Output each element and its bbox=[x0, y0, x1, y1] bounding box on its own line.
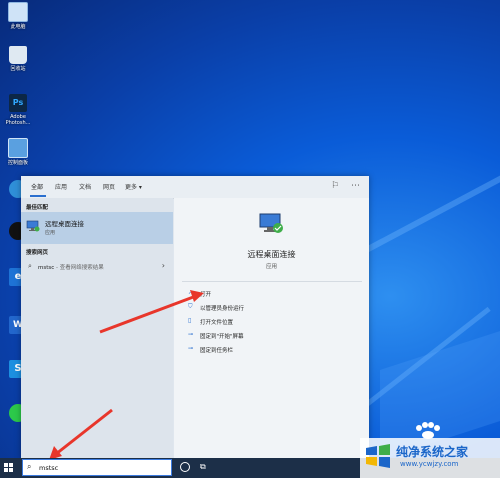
app-detail-pane: 远程桌面连接 应用 ↗ 打开 ⛉ 以管理员身份运行 ▯ 打开文件位置 ⊸ 固定到… bbox=[174, 198, 369, 459]
start-menu-search-panel: 全部 应用 文档 网页 更多 ▾ ⚐ ⋯ 最佳匹配 远程桌面连接 应用 搜索网页… bbox=[21, 176, 369, 459]
task-view-icon[interactable]: ⧉ bbox=[200, 462, 206, 472]
desktop-icon-computer[interactable]: 此电脑 bbox=[2, 2, 34, 30]
best-match-name: 远程桌面连接 bbox=[45, 220, 84, 228]
search-icon: ⌕ bbox=[27, 462, 32, 471]
taskbar-search-input[interactable]: ⌕ mstsc bbox=[22, 459, 172, 476]
app-detail-type: 应用 bbox=[265, 264, 277, 270]
file-location-icon: ▯ bbox=[188, 317, 192, 324]
search-results-list: 最佳匹配 远程桌面连接 应用 搜索网页 ⌕ mstsc - 查看网络搜索结果 › bbox=[21, 198, 173, 459]
run-as-admin-icon: ⛉ bbox=[188, 303, 193, 310]
desktop-icon-label: 回收站 bbox=[10, 66, 26, 72]
pin-taskbar-icon: ⊸ bbox=[188, 345, 194, 352]
windows-logo-icon bbox=[4, 463, 8, 467]
tab-active-indicator bbox=[30, 195, 46, 197]
action-pin-to-start[interactable]: ⊸ 固定到"开始"屏幕 bbox=[188, 330, 358, 341]
action-open-file-location[interactable]: ▯ 打开文件位置 bbox=[188, 316, 358, 327]
remote-desktop-icon bbox=[259, 213, 283, 233]
desktop-icon-photoshop[interactable]: Ps Adobe Photosh... bbox=[2, 94, 34, 126]
desktop-icon-recycle-bin[interactable]: 回收站 bbox=[2, 46, 34, 72]
desktop-icon-label: Adobe Photosh... bbox=[5, 114, 31, 126]
search-tabs: 全部 应用 文档 网页 更多 ▾ ⚐ ⋯ bbox=[21, 176, 369, 199]
action-label: 固定到"开始"屏幕 bbox=[200, 334, 244, 340]
best-match-heading: 最佳匹配 bbox=[26, 205, 49, 211]
watermark: 纯净系统之家 www.ycwjzy.com bbox=[360, 438, 500, 478]
action-pin-to-taskbar[interactable]: ⊸ 固定到任务栏 bbox=[188, 344, 358, 355]
more-options-icon[interactable]: ⋯ bbox=[351, 181, 360, 191]
app-detail-name: 远程桌面连接 bbox=[247, 250, 296, 259]
action-run-as-admin[interactable]: ⛉ 以管理员身份运行 bbox=[188, 302, 358, 313]
web-search-result[interactable]: ⌕ mstsc - 查看网络搜索结果 › bbox=[21, 259, 173, 273]
recycle-bin-icon bbox=[9, 46, 27, 64]
tab-web[interactable]: 网页 bbox=[103, 182, 115, 191]
windows-logo-icon bbox=[4, 468, 8, 472]
best-match-type: 应用 bbox=[45, 230, 56, 236]
windows-logo-icon bbox=[9, 468, 13, 472]
web-search-suffix: - 查看网络搜索结果 bbox=[54, 265, 104, 271]
tab-apps[interactable]: 应用 bbox=[55, 182, 67, 191]
action-label: 打开 bbox=[200, 292, 212, 298]
action-label: 以管理员身份运行 bbox=[200, 306, 245, 312]
wallpaper-beam bbox=[360, 174, 500, 256]
search-icon: ⌕ bbox=[28, 262, 32, 270]
feedback-icon[interactable]: ⚐ bbox=[331, 181, 339, 191]
search-value: mstsc bbox=[39, 464, 59, 472]
cortana-icon[interactable] bbox=[180, 462, 190, 472]
action-open[interactable]: ↗ 打开 bbox=[188, 288, 358, 299]
photoshop-icon: Ps bbox=[9, 94, 27, 112]
control-panel-icon bbox=[8, 138, 28, 158]
web-search-query: mstsc bbox=[38, 265, 55, 271]
desktop-icon-label: 此电脑 bbox=[10, 24, 26, 30]
action-label: 固定到任务栏 bbox=[200, 348, 234, 354]
pin-start-icon: ⊸ bbox=[188, 331, 194, 338]
chevron-right-icon[interactable]: › bbox=[162, 261, 165, 270]
windows-logo-icon bbox=[9, 463, 13, 467]
best-match-item[interactable]: 远程桌面连接 应用 bbox=[21, 212, 173, 244]
tab-more[interactable]: 更多 ▾ bbox=[125, 182, 142, 191]
watermark-url: www.ycwjzy.com bbox=[400, 460, 459, 468]
action-label: 打开文件位置 bbox=[200, 320, 234, 326]
tab-all[interactable]: 全部 bbox=[31, 182, 43, 191]
web-search-heading: 搜索网页 bbox=[26, 250, 49, 256]
computer-icon bbox=[8, 2, 28, 22]
desktop-icon-control-panel[interactable]: 控制面板 bbox=[2, 138, 34, 166]
watermark-title: 纯净系统之家 bbox=[396, 445, 469, 459]
open-icon: ↗ bbox=[188, 289, 194, 296]
desktop-icon-label: 控制面板 bbox=[7, 160, 28, 166]
start-button[interactable] bbox=[4, 463, 14, 473]
watermark-logo-icon bbox=[366, 444, 390, 468]
remote-desktop-icon bbox=[26, 220, 40, 232]
divider bbox=[182, 281, 362, 282]
web-search-text: mstsc - 查看网络搜索结果 bbox=[38, 263, 104, 271]
tab-documents[interactable]: 文档 bbox=[79, 182, 91, 191]
